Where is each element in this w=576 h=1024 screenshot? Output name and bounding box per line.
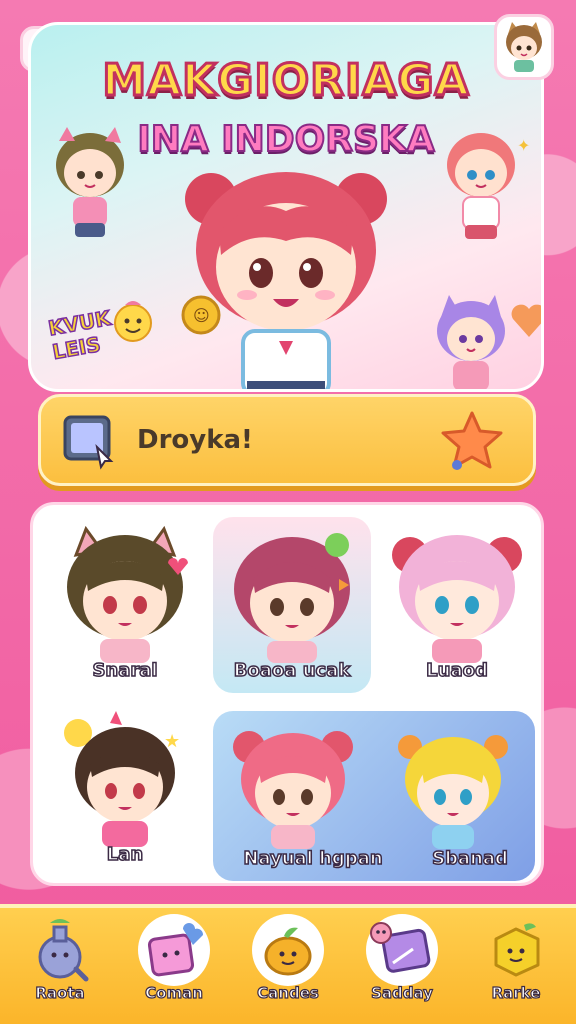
character-card[interactable]: Luaod (379, 517, 535, 693)
nav-item-raota[interactable]: Raota (8, 908, 112, 1024)
character-portrait (392, 535, 522, 663)
action-banner[interactable]: Droyka! (38, 394, 536, 486)
character-name: Nayual hgpan (243, 847, 384, 870)
nav-label: Coman (145, 983, 204, 1002)
nav-item-rarke[interactable]: Rarke (464, 908, 568, 1024)
nav-label: Sadday (370, 983, 433, 1002)
banner-label: Droyka! (137, 425, 253, 455)
hero-character-right: ✦ (447, 133, 530, 239)
svg-text:☺: ☺ (193, 306, 210, 325)
character-portrait (398, 735, 508, 849)
nav-label: Candes (257, 983, 320, 1002)
character-name: Lan (106, 843, 144, 866)
character-name: Boaoa ucak (233, 659, 351, 682)
hero-character-main: ☺ (181, 172, 387, 389)
block-icon (494, 923, 540, 977)
character-portrait (233, 731, 353, 849)
character-card[interactable]: Boaoa ucak (213, 517, 371, 693)
character-card[interactable]: Snaral (45, 517, 205, 693)
svg-text:✦: ✦ (517, 136, 530, 155)
character-name: Luaod (425, 659, 488, 682)
heart-icon (511, 304, 541, 337)
character-portrait (67, 525, 188, 663)
hero-banner: MAKGIORIAGA INA INDORSKA ✦ ☺ KVUK LEIS (28, 22, 544, 392)
profile-avatar[interactable] (494, 14, 554, 80)
page-title: MAKGIORIAGA (101, 54, 470, 108)
character-card[interactable]: ★ Lan (45, 705, 205, 877)
avatar-icon (506, 22, 542, 72)
nav-item-candes[interactable]: Candes (236, 908, 340, 1024)
tablet-pointer-icon (63, 415, 114, 470)
nav-item-sadday[interactable]: Sadday (350, 908, 454, 1024)
hero-character-cat (437, 295, 505, 389)
fruit-icon (264, 927, 312, 976)
smiley-balloon-icon (114, 301, 152, 342)
tag-icon (370, 922, 431, 973)
nav-item-coman[interactable]: Coman (122, 908, 226, 1024)
character-grid: Snaral Boaoa ucak Luaod ★ Lan Nayual hgp… (30, 502, 544, 886)
character-card-selected[interactable]: Nayual hgpan Sbanad (213, 711, 535, 881)
gift-icon (147, 923, 204, 977)
character-portrait (234, 533, 350, 663)
character-portrait: ★ (64, 711, 180, 847)
potion-icon (38, 919, 89, 982)
character-name: Snaral (92, 659, 159, 682)
hero-character-left (56, 127, 124, 237)
nav-label: Raota (35, 983, 85, 1002)
star-icon (441, 411, 503, 470)
svg-text:★: ★ (164, 731, 180, 752)
character-name: Sbanad (431, 847, 508, 870)
bottom-navigation: Raota Coman Candes Sadday Rarke (0, 904, 576, 1024)
nav-label: Rarke (491, 983, 541, 1002)
